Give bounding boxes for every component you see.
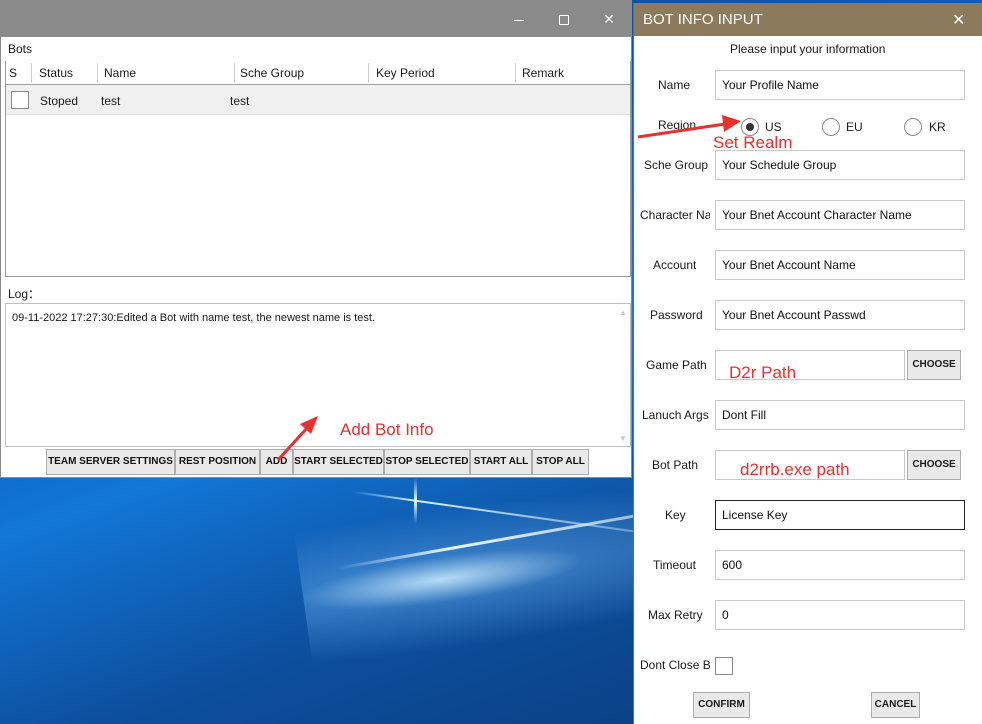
column-header-key-period[interactable]: Key Period xyxy=(376,66,435,80)
column-divider[interactable] xyxy=(97,63,98,83)
annotation-d2r-path: D2r Path xyxy=(729,363,797,382)
stop-selected-button[interactable]: STOP SELECTED xyxy=(384,449,470,475)
region-eu-label: EU xyxy=(846,120,863,134)
column-header-status[interactable]: Status xyxy=(39,66,73,80)
max-retry-label: Max Retry xyxy=(648,608,703,622)
minimize-icon xyxy=(514,19,524,21)
dialog-title: BOT INFO INPUT xyxy=(643,11,763,28)
column-divider[interactable] xyxy=(368,63,369,83)
bot-path-label: Bot Path xyxy=(652,458,699,472)
game-path-choose-button[interactable]: CHOOSE xyxy=(907,350,961,380)
name-field[interactable]: Your Profile Name xyxy=(715,70,965,100)
dialog-subtitle: Please input your information xyxy=(730,42,886,56)
timeout-label: Timeout xyxy=(653,558,696,572)
main-window-titlebar[interactable]: ✕ xyxy=(1,1,631,37)
bot-info-dialog: BOT INFO INPUT ✕ Please input your infor… xyxy=(633,3,982,724)
column-divider[interactable] xyxy=(515,63,516,83)
close-icon: ✕ xyxy=(603,11,615,27)
region-label: Region xyxy=(658,118,697,132)
maximize-button[interactable] xyxy=(541,7,587,31)
sche-group-label: Sche Group xyxy=(644,158,709,172)
annotation-add-bot-info: Add Bot Info xyxy=(340,420,434,439)
region-kr-label: KR xyxy=(929,120,946,134)
row-select-checkbox[interactable] xyxy=(11,91,29,109)
password-field[interactable]: Your Bnet Account Passwd xyxy=(715,300,965,330)
character-name-field[interactable]: Your Bnet Account Character Name xyxy=(715,200,965,230)
cancel-button[interactable]: CANCEL xyxy=(871,692,920,718)
password-label: Password xyxy=(650,308,703,322)
column-header-remark[interactable]: Remark xyxy=(522,66,564,80)
table-row[interactable]: Stoped test test xyxy=(6,85,630,115)
launch-args-field[interactable]: Dont Fill xyxy=(715,400,965,430)
confirm-button[interactable]: CONFIRM xyxy=(693,692,750,718)
annotation-d2rrb-path: d2rrb.exe path xyxy=(740,460,850,479)
timeout-field[interactable]: 600 xyxy=(715,550,965,580)
key-field[interactable]: License Key xyxy=(715,500,965,530)
scroll-up-icon[interactable]: ▲ xyxy=(618,308,628,318)
start-selected-button[interactable]: START SELECTED xyxy=(293,449,384,475)
add-button[interactable]: ADD xyxy=(260,449,293,475)
max-retry-field[interactable]: 0 xyxy=(715,600,965,630)
column-header-name[interactable]: Name xyxy=(104,66,136,80)
desktop-light-beam xyxy=(414,478,417,524)
region-us-label: US xyxy=(765,120,782,134)
cell-name: test xyxy=(101,94,121,108)
scroll-down-icon[interactable]: ▼ xyxy=(618,434,628,444)
launch-args-label: Lanuch Args xyxy=(642,408,709,422)
dont-close-label: Dont Close B xyxy=(640,658,710,672)
name-label: Name xyxy=(658,78,691,92)
dialog-close-icon[interactable]: ✕ xyxy=(952,10,965,30)
start-all-button[interactable]: START ALL xyxy=(470,449,532,475)
bots-table: S Status Name Sche Group Key Period Rema… xyxy=(5,61,631,277)
table-header: S Status Name Sche Group Key Period Rema… xyxy=(6,61,630,85)
key-label: Key xyxy=(665,508,686,522)
minimize-button[interactable] xyxy=(496,7,542,31)
close-button[interactable]: ✕ xyxy=(586,7,632,31)
region-kr-radio[interactable] xyxy=(904,118,922,136)
dialog-titlebar[interactable]: BOT INFO INPUT ✕ xyxy=(634,3,982,36)
column-divider[interactable] xyxy=(234,63,235,83)
sche-group-field[interactable]: Your Schedule Group xyxy=(715,150,965,180)
column-header-sche-group[interactable]: Sche Group xyxy=(240,66,304,80)
annotation-set-realm: Set Realm xyxy=(713,133,793,152)
character-name-label: Character Na xyxy=(640,208,710,222)
log-line: 09-11-2022 17:27:30:Edited a Bot with na… xyxy=(12,312,376,324)
team-server-settings-button[interactable]: TEAM SERVER SETTINGS xyxy=(46,449,175,475)
dont-close-checkbox[interactable] xyxy=(715,657,733,675)
account-field[interactable]: Your Bnet Account Name xyxy=(715,250,965,280)
bots-section-label: Bots xyxy=(8,42,33,56)
game-path-label: Game Path xyxy=(646,358,707,372)
log-section-label: Log： xyxy=(8,287,41,301)
column-divider[interactable] xyxy=(31,63,32,83)
cell-sche-group: test xyxy=(230,94,250,108)
main-window: ✕ Bots S Status Name Sche Group Key Peri… xyxy=(0,0,632,478)
region-eu-radio[interactable] xyxy=(822,118,840,136)
stop-all-button[interactable]: STOP ALL xyxy=(532,449,589,475)
bot-path-choose-button[interactable]: CHOOSE xyxy=(907,450,961,480)
column-header-select[interactable]: S xyxy=(9,66,17,80)
rest-position-button[interactable]: REST POSITION xyxy=(175,449,260,475)
cell-status: Stoped xyxy=(40,94,79,108)
account-label: Account xyxy=(653,258,697,272)
log-textarea[interactable]: 09-11-2022 17:27:30:Edited a Bot with na… xyxy=(5,303,631,447)
maximize-icon xyxy=(559,15,569,26)
